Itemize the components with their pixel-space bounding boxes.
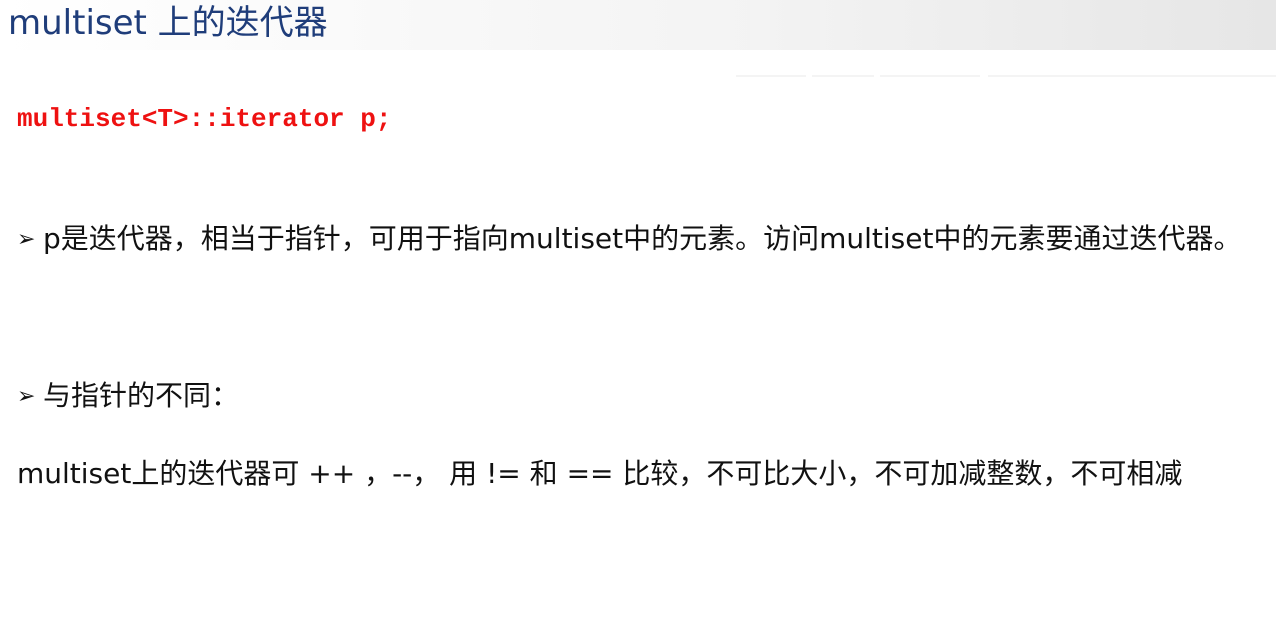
divider — [736, 75, 806, 77]
divider — [988, 75, 1276, 77]
title-bar: multiset 上的迭代器 — [0, 0, 1276, 50]
bullet-point-iterator-definition: ➢ p是迭代器，相当于指针，可用于指向multiset中的元素。访问multise… — [17, 219, 1269, 259]
bullet-point-differences: ➢ 与指针的不同： — [17, 376, 1269, 416]
slide-title: multiset 上的迭代器 — [8, 3, 328, 43]
divider — [812, 75, 874, 77]
bullet-text: 与指针的不同： — [43, 379, 240, 412]
operations-text: multiset上的迭代器可 ++ ，--， 用 != 和 == 比较，不可比大… — [17, 457, 1183, 490]
arrow-bullet-icon: ➢ — [17, 227, 36, 252]
arrow-bullet-icon: ➢ — [17, 384, 36, 409]
code-declaration: multiset<T>::iterator p; — [17, 104, 392, 134]
divider — [880, 75, 980, 77]
bullet-text: p是迭代器，相当于指针，可用于指向multiset中的元素。访问multiset… — [43, 222, 1242, 255]
